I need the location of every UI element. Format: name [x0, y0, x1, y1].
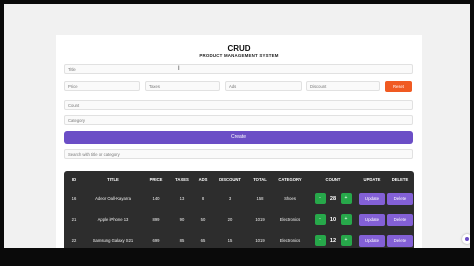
- table-row: 16 Adeor Oall-Kayarra 140 13 8 3 158 Sho…: [64, 188, 414, 209]
- title-input[interactable]: Title: [64, 64, 413, 74]
- cell-ads: 50: [200, 217, 206, 222]
- cell-discount: 3: [228, 196, 232, 201]
- header-category: CATEGORY: [278, 177, 302, 182]
- header-ads: ADS: [198, 177, 208, 182]
- count-input[interactable]: Count: [64, 100, 413, 110]
- products-table: ID TITLE PRICE TAXES ADS DISCOUNT TOTAL …: [64, 171, 414, 248]
- cell-discount: 20: [227, 217, 233, 222]
- cell-id: 21: [71, 217, 77, 222]
- cell-update: Update: [358, 209, 386, 230]
- cell-price: 140: [152, 196, 160, 201]
- cell-id: 16: [71, 196, 77, 201]
- count-value: 12: [329, 237, 337, 244]
- cell-price: 899: [152, 217, 160, 222]
- create-button[interactable]: Create: [64, 131, 413, 144]
- delete-button[interactable]: Delete: [387, 234, 413, 247]
- cell-title: Apple iPhone 13: [97, 217, 129, 222]
- crud-card: CRUD PRODUCT MANAGEMENT SYSTEM Title I P…: [56, 35, 422, 248]
- decrement-button[interactable]: -: [314, 214, 326, 225]
- delete-button[interactable]: Delete: [387, 192, 413, 205]
- decrement-button[interactable]: -: [314, 193, 326, 204]
- header-price: PRICE: [149, 177, 163, 182]
- update-button[interactable]: Update: [359, 234, 385, 247]
- cell-delete: Delete: [386, 230, 414, 248]
- cell-category: Shoes: [284, 196, 296, 201]
- reset-button[interactable]: Reset: [385, 81, 412, 92]
- update-button[interactable]: Update: [359, 192, 385, 205]
- category-input[interactable]: Category: [64, 115, 413, 125]
- ads-input[interactable]: Ads: [225, 81, 302, 91]
- fab-dot: [465, 237, 469, 241]
- cell-title: Adeor Oall-Kayarra: [95, 196, 131, 201]
- browser-page: CRUD PRODUCT MANAGEMENT SYSTEM Title I P…: [4, 4, 470, 248]
- discount-input[interactable]: Discount: [306, 81, 380, 91]
- header-title: TITLE: [107, 177, 119, 182]
- header-id: ID: [71, 177, 77, 182]
- price-input[interactable]: Price: [64, 81, 140, 91]
- table-row: 21 Apple iPhone 13 899 90 50 20 1019 Ele…: [64, 209, 414, 230]
- cell-ads: 65: [200, 238, 206, 243]
- page-title: CRUD: [227, 44, 251, 53]
- header-taxes: TAXES: [175, 177, 189, 182]
- increment-button[interactable]: +: [340, 235, 352, 246]
- header-discount: DISCOUNT: [219, 177, 241, 182]
- count-value: 28: [329, 195, 337, 202]
- text-cursor-icon: I: [178, 66, 180, 72]
- cell-total: 158: [256, 196, 264, 201]
- cell-taxes: 90: [179, 217, 185, 222]
- cell-update: Update: [358, 188, 386, 209]
- increment-button[interactable]: +: [340, 193, 352, 204]
- increment-button[interactable]: +: [340, 214, 352, 225]
- header-count: COUNT: [325, 177, 341, 182]
- cell-category: Electronics: [279, 238, 301, 243]
- cell-delete: Delete: [386, 188, 414, 209]
- update-button[interactable]: Update: [359, 213, 385, 226]
- cell-count: - 12 +: [308, 230, 358, 248]
- table-header-row: ID TITLE PRICE TAXES ADS DISCOUNT TOTAL …: [64, 171, 414, 188]
- cell-total: 1019: [255, 217, 265, 222]
- cell-category: Electronics: [279, 217, 301, 222]
- page-subtitle: PRODUCT MANAGEMENT SYSTEM: [199, 53, 279, 58]
- cell-delete: Delete: [386, 209, 414, 230]
- decrement-button[interactable]: -: [314, 235, 326, 246]
- cell-title: Samsung Galaxy S21: [92, 238, 134, 243]
- bottom-frame: [0, 248, 474, 266]
- cell-total: 1019: [255, 238, 265, 243]
- header-delete: DELETE: [391, 177, 409, 182]
- delete-button[interactable]: Delete: [387, 213, 413, 226]
- cell-discount: 15: [227, 238, 233, 243]
- header-total: TOTAL: [253, 177, 267, 182]
- cell-taxes: 85: [179, 238, 185, 243]
- table-row: 22 Samsung Galaxy S21 699 85 65 15 1019 …: [64, 230, 414, 248]
- count-value: 10: [329, 216, 337, 223]
- cell-ads: 8: [201, 196, 205, 201]
- search-input[interactable]: Search with title or category: [64, 149, 413, 159]
- cell-count: - 10 +: [308, 209, 358, 230]
- header-update: UPDATE: [363, 177, 381, 182]
- cell-taxes: 13: [179, 196, 185, 201]
- floating-chat-icon[interactable]: [462, 234, 470, 244]
- cell-update: Update: [358, 230, 386, 248]
- cell-price: 699: [152, 238, 160, 243]
- cell-count: - 28 +: [308, 188, 358, 209]
- taxes-input[interactable]: Taxes: [145, 81, 220, 91]
- cell-id: 22: [71, 238, 77, 243]
